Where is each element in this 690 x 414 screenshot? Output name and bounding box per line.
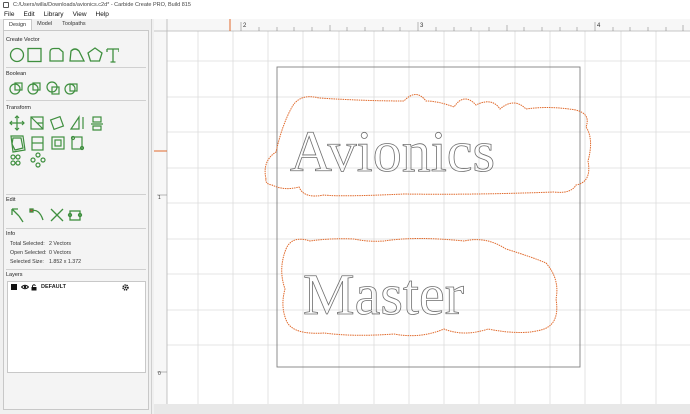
menu-file[interactable]: File (4, 11, 14, 18)
panel-tabs: Design Model Toolpaths (0, 19, 151, 30)
tab-model[interactable]: Model (32, 19, 57, 30)
subtract-icon (27, 82, 41, 95)
horizontal-scrollbar[interactable] (154, 404, 690, 414)
intersect-icon (46, 81, 60, 95)
join-icon (51, 136, 65, 150)
mirror-icon (69, 115, 84, 130)
union-icon (9, 82, 23, 95)
tab-design[interactable]: Design (3, 19, 33, 30)
vertical-ruler (154, 19, 167, 404)
polygon-tool-icon (87, 47, 103, 62)
move-icon (9, 115, 25, 131)
rectangle-tool-icon (27, 47, 42, 63)
section-info: Info (6, 231, 16, 237)
section-layers: Layers (6, 272, 23, 278)
ruler-label-1: 1 (158, 195, 161, 201)
selected-size-row: Selected Size: 1.852 x 1.372 (10, 259, 81, 265)
gear-icon[interactable] (122, 284, 129, 291)
separator (6, 100, 146, 101)
section-transform: Transform (6, 105, 31, 111)
separator (6, 269, 146, 270)
layers-list: DEFAULT (7, 281, 146, 373)
node-edit-icon (11, 208, 24, 223)
open-selected-label: Open Selected: (10, 250, 47, 256)
section-create-vector: Create Vector (6, 37, 40, 43)
title-bar: C:/Users/willa/Downloads/avionics.c2d* -… (0, 0, 690, 10)
curve-tool-icon (69, 48, 86, 62)
menu-view[interactable]: View (73, 11, 87, 18)
rotate-icon (49, 115, 65, 131)
circle-tool-icon (9, 47, 25, 63)
align-icon (91, 116, 103, 131)
trim-icon (29, 208, 44, 221)
total-selected-row: Total Selected: 2 Vectors (10, 241, 71, 247)
left-panel: Design Model Toolpaths Create Vector Boo… (0, 19, 152, 414)
vector-text-line2[interactable]: Master (303, 262, 465, 328)
fillet-icon (31, 136, 44, 151)
selected-size-label: Selected Size: (10, 259, 44, 265)
menu-help[interactable]: Help (96, 11, 109, 18)
transform-toolbar (9, 115, 103, 168)
canvas-drawing: 2 3 4 1 0 Avionics Master (154, 19, 690, 404)
total-selected-value: 2 Vectors (49, 241, 72, 247)
layer-row[interactable]: DEFAULT (8, 284, 145, 292)
menu-edit[interactable]: Edit (23, 11, 34, 18)
section-boolean: Boolean (6, 71, 27, 77)
grid (167, 31, 690, 404)
circular-array-icon (10, 154, 21, 166)
boolean-toolbar (9, 81, 78, 95)
break-icon (50, 208, 64, 222)
grid-array-icon (30, 152, 46, 168)
offset-icon (10, 135, 26, 153)
tab-toolpaths[interactable]: Toolpaths (57, 19, 91, 30)
layer-name: DEFAULT (41, 284, 66, 290)
polyline-tool-icon (49, 47, 64, 62)
array-icon (70, 135, 85, 151)
weld-icon (64, 83, 78, 95)
open-selected-row: Open Selected: 0 Vectors (10, 250, 71, 256)
curve-edit-icon (67, 210, 83, 221)
lock-icon[interactable] (31, 284, 37, 291)
separator (6, 194, 146, 195)
window-title: C:/Users/willa/Downloads/avionics.c2d* -… (13, 2, 191, 8)
menu-bar: File Edit Library View Help (0, 10, 690, 19)
section-edit: Edit (6, 197, 16, 203)
separator (6, 67, 146, 68)
design-canvas[interactable]: 2 3 4 1 0 Avionics Master (154, 19, 690, 404)
total-selected-label: Total Selected: (10, 241, 45, 247)
create-vector-toolbar (9, 47, 119, 63)
app-icon (3, 2, 9, 8)
text-tool-icon (106, 48, 119, 63)
vector-text-line1[interactable]: Avionics (290, 119, 496, 185)
open-selected-value: 0 Vectors (49, 250, 72, 256)
ruler-label-0: 0 (158, 371, 161, 377)
separator (6, 228, 146, 229)
layer-color-swatch[interactable] (11, 284, 17, 290)
scale-icon (30, 116, 44, 130)
eye-icon[interactable] (21, 284, 29, 290)
selected-size-value: 1.852 x 1.372 (49, 259, 82, 265)
edit-toolbar (11, 208, 83, 223)
menu-library[interactable]: Library (44, 11, 64, 18)
